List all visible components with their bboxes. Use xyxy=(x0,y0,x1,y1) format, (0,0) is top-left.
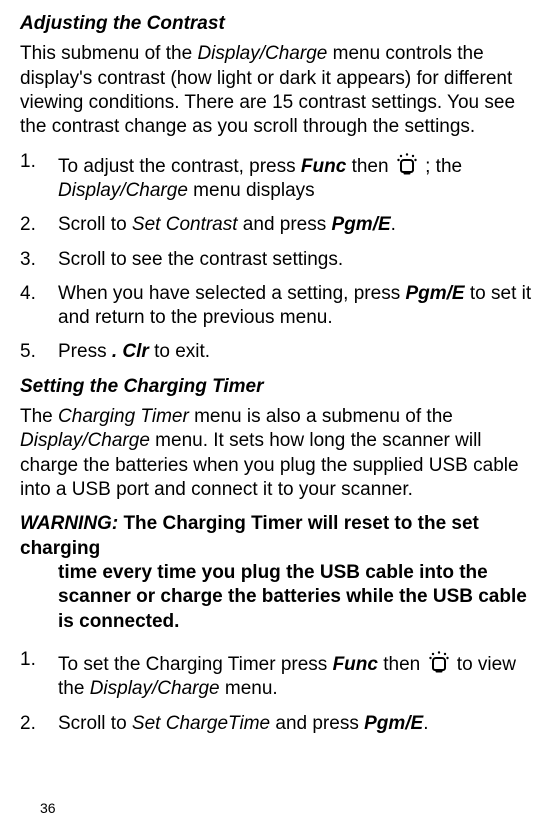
steps-list-2: 1. To set the Charging Timer press Func … xyxy=(20,648,537,736)
text: Scroll to xyxy=(58,713,132,734)
text: to exit. xyxy=(149,341,210,362)
step-number: 3. xyxy=(20,248,58,272)
step-2: 2. Scroll to Set ChargeTime and press Pg… xyxy=(20,712,537,736)
text: then xyxy=(346,156,394,177)
menu-name: Display/Charge xyxy=(58,180,188,201)
text: To set the Charging Timer press xyxy=(58,654,333,675)
warning-label: WARNING: xyxy=(20,513,123,534)
menu-option: Set Contrast xyxy=(132,214,238,235)
text: menu is also a submenu of the xyxy=(189,406,453,427)
text: . xyxy=(423,713,428,734)
key-label: Func xyxy=(333,654,378,675)
key-label: . Clr xyxy=(112,341,149,362)
page-number: 36 xyxy=(40,800,56,818)
backlight-icon xyxy=(396,150,418,176)
text: menu displays xyxy=(188,180,315,201)
key-label: Pgm/E xyxy=(364,713,423,734)
menu-name: Display/Charge xyxy=(197,43,327,64)
step-1: 1. To set the Charging Timer press Func … xyxy=(20,648,537,702)
text: When you have selected a setting, press xyxy=(58,283,405,304)
step-number: 2. xyxy=(20,712,58,736)
text: The xyxy=(20,406,58,427)
step-number: 1. xyxy=(20,150,58,174)
heading-charging-timer: Setting the Charging Timer xyxy=(20,375,537,399)
text: To adjust the contrast, press xyxy=(58,156,301,177)
menu-name: Display/Charge xyxy=(90,678,220,699)
step-number: 1. xyxy=(20,648,58,672)
text: ; the xyxy=(420,156,462,177)
text: Press xyxy=(58,341,112,362)
menu-name: Charging Timer xyxy=(58,406,189,427)
text: then xyxy=(378,654,426,675)
step-2: 2. Scroll to Set Contrast and press Pgm/… xyxy=(20,213,537,237)
step-5: 5. Press . Clr to exit. xyxy=(20,340,537,364)
intro-paragraph-2: The Charging Timer menu is also a submen… xyxy=(20,405,537,502)
step-number: 4. xyxy=(20,282,58,306)
step-1: 1. To adjust the contrast, press Func th… xyxy=(20,150,537,204)
text: menu. xyxy=(220,678,278,699)
menu-option: Set ChargeTime xyxy=(132,713,270,734)
heading-adjusting-contrast: Adjusting the Contrast xyxy=(20,12,537,36)
step-3: 3. Scroll to see the contrast settings. xyxy=(20,248,537,272)
text: and press xyxy=(270,713,364,734)
step-4: 4. When you have selected a setting, pre… xyxy=(20,282,537,331)
key-label: Pgm/E xyxy=(405,283,464,304)
key-label: Pgm/E xyxy=(332,214,391,235)
menu-name: Display/Charge xyxy=(20,430,150,451)
step-number: 2. xyxy=(20,213,58,237)
backlight-icon xyxy=(428,648,450,674)
intro-paragraph-1: This submenu of the Display/Charge menu … xyxy=(20,42,537,139)
step-number: 5. xyxy=(20,340,58,364)
text: This submenu of the xyxy=(20,43,197,64)
key-label: Func xyxy=(301,156,346,177)
warning-block: WARNING: The Charging Timer will reset t… xyxy=(20,512,537,634)
text: and press xyxy=(238,214,332,235)
text: . xyxy=(391,214,396,235)
text: Scroll to xyxy=(58,214,132,235)
warning-text-rest: time every time you plug the USB cable i… xyxy=(20,561,537,634)
steps-list-1: 1. To adjust the contrast, press Func th… xyxy=(20,150,537,365)
text: Scroll to see the contrast settings. xyxy=(58,248,537,272)
